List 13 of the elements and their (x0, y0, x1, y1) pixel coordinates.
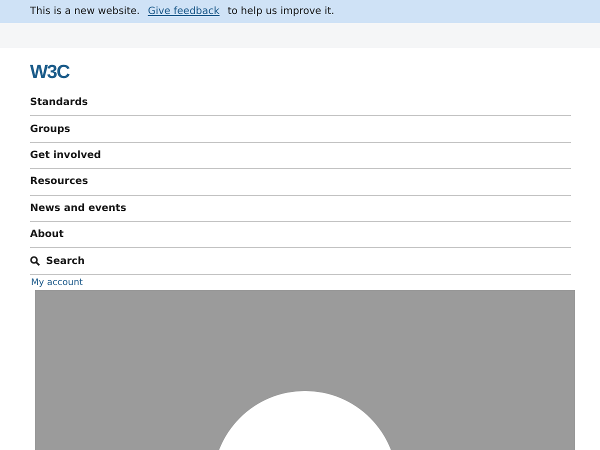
search-button[interactable]: Search (30, 254, 85, 269)
nav-link[interactable]: Get involved (30, 148, 102, 163)
banner-text: This is a new website. (30, 5, 140, 19)
logo[interactable]: W3C (30, 62, 70, 84)
nav-link[interactable]: Groups (30, 122, 70, 137)
nav-link[interactable]: Standards (30, 95, 88, 110)
nav-link[interactable]: About (30, 227, 64, 242)
banner-text: to help us improve it. (228, 5, 334, 19)
nav-link[interactable]: News and events (30, 200, 126, 216)
account-link[interactable]: My account (31, 276, 83, 290)
search-icon (30, 256, 40, 266)
nav-link[interactable]: Resources (30, 174, 88, 190)
feedback-link[interactable]: Give feedback (148, 4, 220, 19)
